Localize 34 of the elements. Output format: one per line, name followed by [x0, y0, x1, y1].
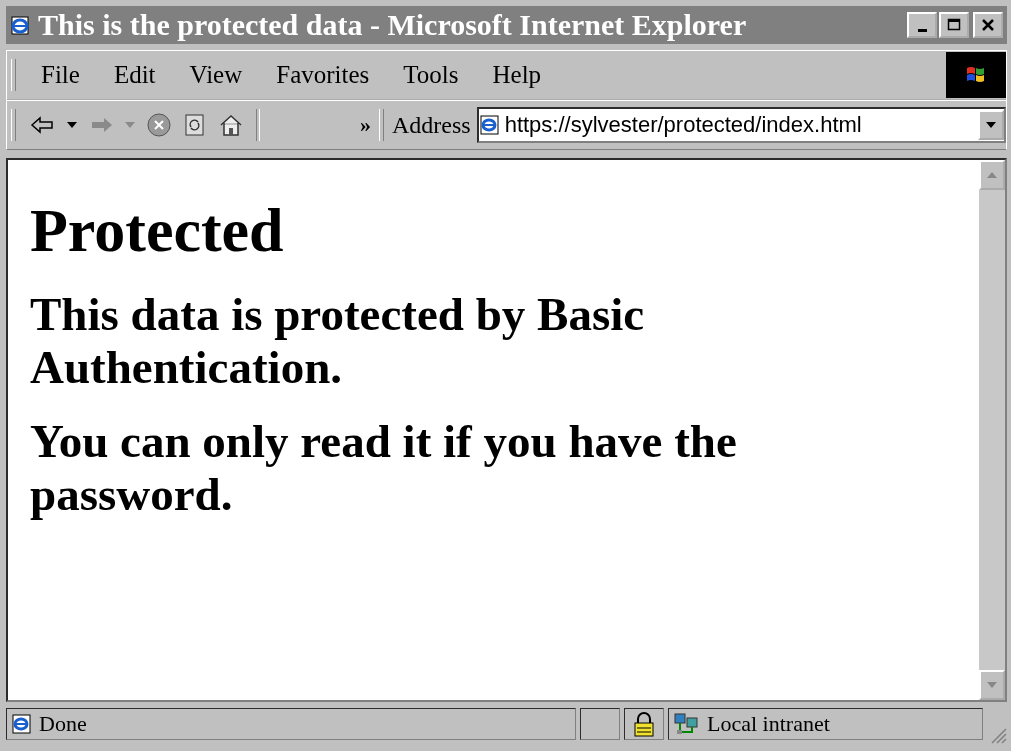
more-button[interactable]: » — [356, 112, 375, 138]
maximize-icon — [947, 18, 961, 32]
scrollbar[interactable] — [979, 160, 1005, 700]
scroll-down-button[interactable] — [979, 670, 1005, 700]
page-icon — [478, 114, 501, 136]
menu-item[interactable]: View — [172, 61, 260, 89]
down-arrow-icon — [986, 681, 998, 689]
menu-item[interactable]: Favorites — [259, 61, 387, 89]
browser-logo-icon — [10, 14, 32, 36]
menu-item[interactable]: Help — [475, 61, 559, 89]
windows-logo-icon — [946, 52, 1006, 98]
minimize-icon — [917, 28, 927, 32]
page-paragraph: You can only read it if you have the password. — [30, 415, 738, 521]
network-icon — [673, 712, 701, 736]
address-dropdown-button[interactable] — [978, 110, 1004, 140]
menu-item[interactable]: Tools — [386, 61, 476, 89]
status-text: Done — [39, 711, 87, 737]
window-title: This is the protected data - Microsoft Internet Explorer — [38, 8, 747, 42]
menu-item[interactable]: File — [24, 61, 97, 89]
page-heading: Protected — [30, 196, 285, 265]
caret-icon — [985, 121, 997, 129]
maximize-button[interactable] — [939, 12, 969, 38]
minimize-button[interactable] — [907, 12, 937, 38]
zone-text: Local intranet — [707, 711, 830, 737]
status-pane — [580, 708, 620, 740]
up-arrow-icon — [986, 171, 998, 179]
menu-item[interactable]: Edit — [96, 61, 173, 89]
address-label: Address — [392, 111, 471, 139]
close-icon — [981, 18, 995, 32]
page-paragraph: This data is protected by Basic Authentication. — [30, 288, 646, 394]
address-field[interactable]: https://sylvester/protected/index.html — [476, 107, 1006, 143]
page-icon — [11, 713, 33, 735]
close-button[interactable] — [973, 12, 1003, 38]
scroll-up-button[interactable] — [979, 160, 1005, 190]
